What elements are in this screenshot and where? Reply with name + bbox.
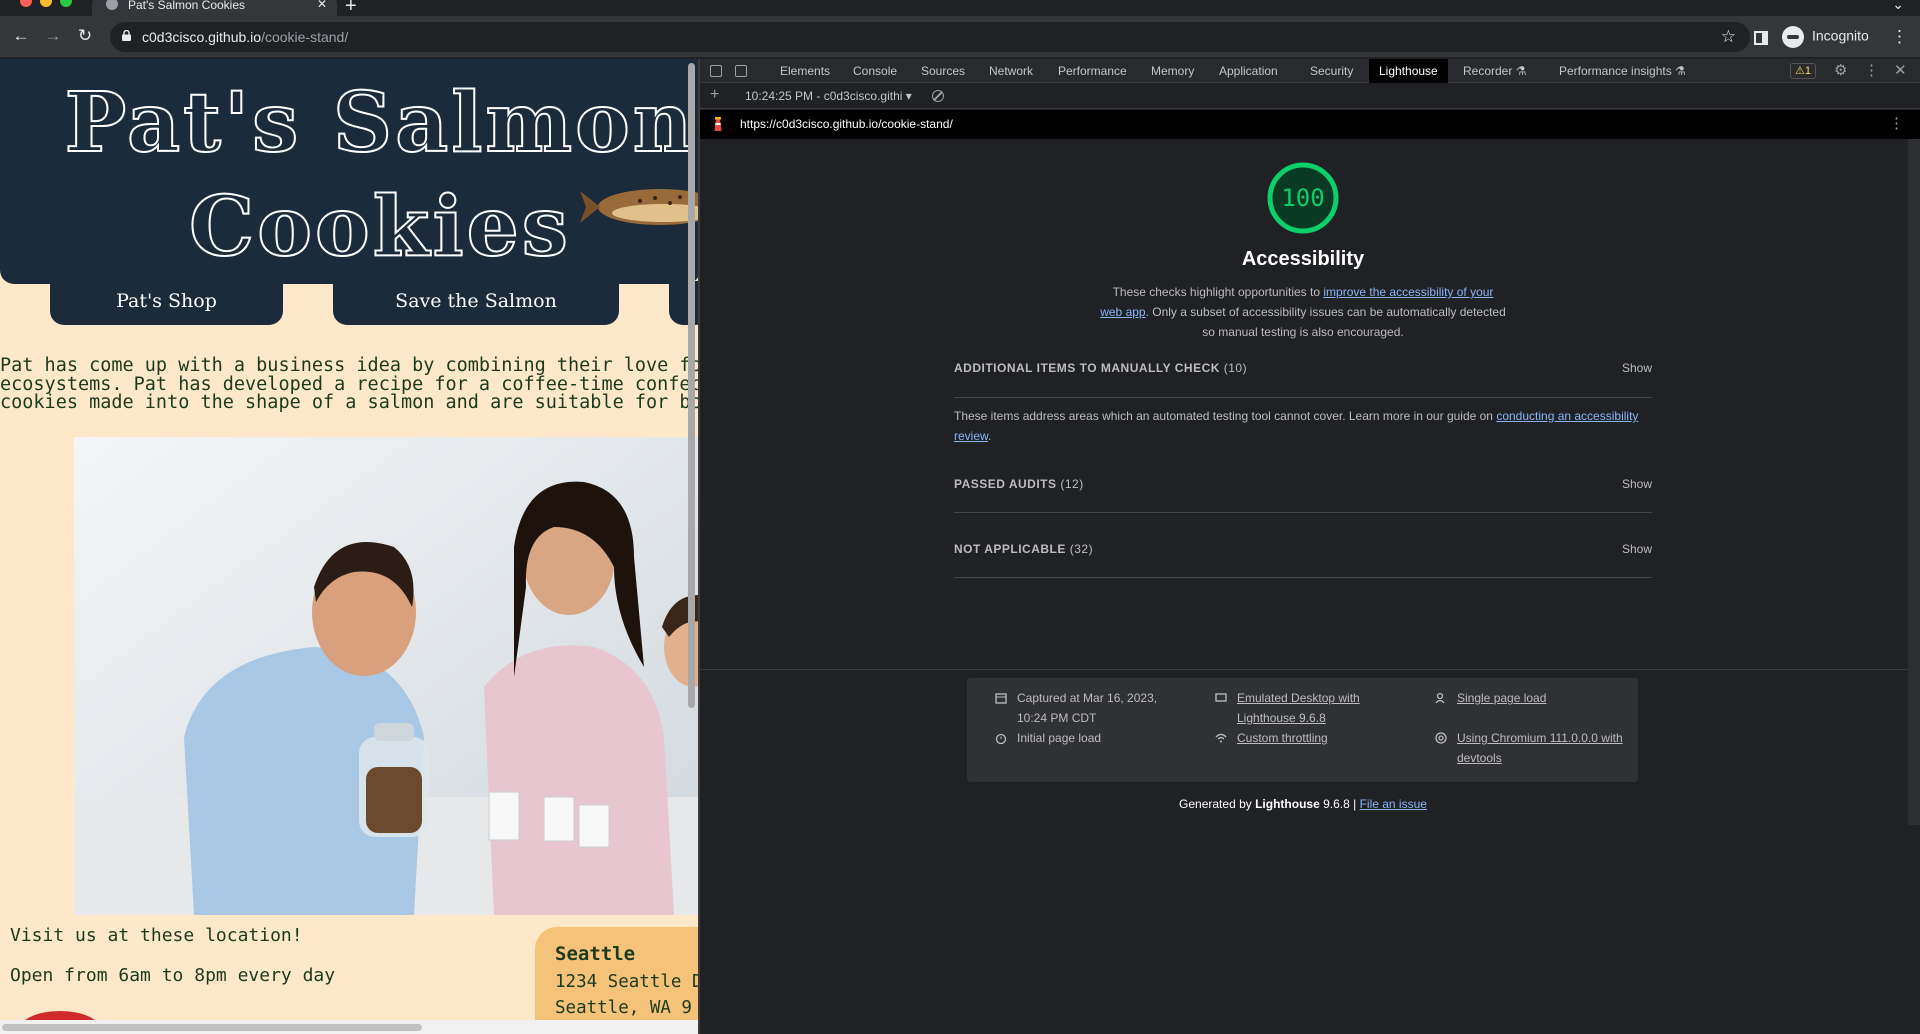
report-select-dropdown[interactable]: 10:24:25 PM - c0d3cisco.githi ▾ bbox=[745, 89, 912, 103]
meta-emulated-desktop[interactable]: Emulated Desktop with Lighthouse 9.6.8 bbox=[1215, 688, 1405, 728]
show-toggle[interactable]: Show bbox=[1622, 361, 1652, 375]
site-header: Pat's Salmon Cookies bbox=[0, 59, 698, 284]
lighthouse-logo-icon bbox=[714, 117, 722, 131]
report-scrollbar[interactable] bbox=[1908, 139, 1920, 825]
devtools-panel: Elements Console Sources Network Perform… bbox=[700, 59, 1920, 1034]
vertical-scrollbar[interactable] bbox=[684, 59, 698, 1020]
browser-toolbar: ← → ↻ c0d3cisco.github.io/cookie-stand/ … bbox=[0, 16, 1920, 58]
incognito-profile[interactable]: Incognito bbox=[1782, 26, 1869, 48]
minimize-window-button[interactable] bbox=[40, 0, 52, 7]
report-url-bar: https://c0d3cisco.github.io/cookie-stand… bbox=[700, 110, 1920, 139]
tab-memory[interactable]: Memory bbox=[1151, 64, 1194, 78]
incognito-icon bbox=[1782, 26, 1804, 48]
store-city: Seattle, WA 9 bbox=[555, 998, 692, 1018]
lighthouse-report: 100 Accessibility These checks highlight… bbox=[700, 139, 1908, 1034]
group-not-applicable[interactable]: NOT APPLICABLE (32) Show bbox=[954, 542, 1652, 578]
divider bbox=[954, 397, 1652, 398]
meta-throttling[interactable]: Custom throttling bbox=[1215, 728, 1405, 748]
tab-console[interactable]: Console bbox=[853, 64, 897, 78]
page-viewport: Pat's Salmon Cookies Pat's Shop Save the… bbox=[0, 59, 698, 1034]
globe-icon bbox=[106, 0, 118, 10]
runtime-settings: Captured at Mar 16, 2023, 10:24 PM CDT I… bbox=[967, 678, 1638, 782]
meta-initial-load: Initial page load bbox=[995, 728, 1185, 748]
tab-strip: Pat's Salmon Cookies ✕ + ⌄ bbox=[0, 0, 1920, 17]
settings-gear-icon[interactable]: ⚙ bbox=[1834, 61, 1847, 79]
calendar-icon bbox=[995, 693, 1007, 704]
lock-icon bbox=[122, 30, 131, 41]
device-toolbar-icon[interactable] bbox=[735, 65, 747, 77]
tab-security[interactable]: Security bbox=[1310, 64, 1353, 78]
show-toggle[interactable]: Show bbox=[1622, 542, 1652, 556]
hours-text: Open from 6am to 8pm every day bbox=[10, 965, 336, 986]
tab-recorder[interactable]: Recorder ⚗ bbox=[1463, 64, 1526, 78]
site-title-line1: Pat's Salmon bbox=[64, 74, 696, 172]
timer-icon bbox=[995, 733, 1007, 744]
reload-button[interactable]: ↻ bbox=[74, 26, 96, 46]
horizontal-scrollbar-thumb[interactable] bbox=[2, 1024, 422, 1031]
tab-application[interactable]: Application bbox=[1219, 64, 1278, 78]
intro-line: cookies made into the shape of a salmon … bbox=[0, 392, 698, 413]
chromium-icon bbox=[1435, 732, 1447, 744]
report-url[interactable]: https://c0d3cisco.github.io/cookie-stand… bbox=[740, 117, 953, 131]
intro-paragraph: Pat has come up with a business idea by … bbox=[0, 355, 698, 413]
visit-heading: Visit us at these location! bbox=[10, 925, 303, 946]
group-passed-audits[interactable]: PASSED AUDITS (12) Show bbox=[954, 477, 1652, 513]
desktop-icon bbox=[1215, 693, 1227, 702]
clear-reports-icon[interactable] bbox=[932, 90, 944, 102]
family-photo bbox=[74, 437, 698, 915]
nav-save-the-salmon[interactable]: Save the Salmon bbox=[333, 281, 619, 325]
store-card-seattle: Seattle 1234 Seattle D Seattle, WA 9 bbox=[535, 927, 698, 1034]
vertical-scrollbar-thumb[interactable] bbox=[688, 63, 695, 708]
inspect-element-icon[interactable] bbox=[710, 65, 722, 77]
category-title: Accessibility bbox=[1241, 248, 1365, 270]
close-window-button[interactable] bbox=[20, 0, 32, 7]
wifi-icon bbox=[1215, 733, 1227, 743]
warning-count-badge[interactable]: ⚠1 bbox=[1790, 63, 1816, 79]
score-value: 100 bbox=[1281, 184, 1325, 212]
url-text: c0d3cisco.github.io/cookie-stand/ bbox=[142, 29, 349, 45]
forward-button[interactable]: → bbox=[42, 26, 64, 46]
group-title: PASSED AUDITS (12) bbox=[954, 477, 1084, 491]
tab-elements[interactable]: Elements bbox=[780, 64, 830, 78]
tab-lighthouse[interactable]: Lighthouse bbox=[1369, 59, 1448, 83]
person-icon bbox=[1435, 692, 1445, 704]
generated-by-footer: Generated by Lighthouse 9.6.8 | File an … bbox=[1179, 797, 1427, 811]
group-title: NOT APPLICABLE (32) bbox=[954, 542, 1094, 556]
tab-search-chevron-icon[interactable]: ⌄ bbox=[1892, 0, 1904, 13]
close-devtools-icon[interactable]: ✕ bbox=[1894, 61, 1907, 79]
devtools-menu-icon[interactable]: ⋮ bbox=[1864, 61, 1879, 79]
category-description: These checks highlight opportunities to … bbox=[1100, 285, 1506, 339]
meta-chromium-version[interactable]: Using Chromium 111.0.0.0 with devtools bbox=[1435, 728, 1625, 768]
tab-sources[interactable]: Sources bbox=[921, 64, 965, 78]
side-panel-icon[interactable] bbox=[1754, 31, 1768, 45]
browser-tab[interactable]: Pat's Salmon Cookies ✕ bbox=[92, 0, 337, 16]
close-tab-icon[interactable]: ✕ bbox=[317, 0, 327, 11]
browser-menu-icon[interactable]: ⋮ bbox=[1891, 27, 1908, 47]
lighthouse-toolbar: + 10:24:25 PM - c0d3cisco.githi ▾ bbox=[700, 83, 1920, 109]
salmon-image bbox=[580, 189, 698, 225]
tab-performance[interactable]: Performance bbox=[1058, 64, 1127, 78]
tab-title: Pat's Salmon Cookies bbox=[128, 0, 246, 12]
bookmark-star-icon[interactable]: ☆ bbox=[1721, 27, 1736, 47]
file-issue-link[interactable]: File an issue bbox=[1360, 797, 1427, 811]
manual-check-description: These items address areas which an autom… bbox=[954, 409, 1639, 443]
nav-pats-shop[interactable]: Pat's Shop bbox=[50, 281, 283, 325]
devtools-tab-bar: Elements Console Sources Network Perform… bbox=[700, 59, 1920, 83]
meta-single-page-load[interactable]: Single page load bbox=[1435, 688, 1625, 708]
group-title: ADDITIONAL ITEMS TO MANUALLY CHECK (10) bbox=[954, 361, 1248, 375]
intro-line: Pat has come up with a business idea by … bbox=[0, 355, 698, 376]
tab-performance-insights[interactable]: Performance insights ⚗ bbox=[1559, 64, 1686, 78]
address-bar[interactable]: c0d3cisco.github.io/cookie-stand/ ☆ bbox=[110, 22, 1750, 52]
back-button[interactable]: ← bbox=[10, 26, 32, 46]
maximize-window-button[interactable] bbox=[60, 0, 72, 7]
tab-network[interactable]: Network bbox=[989, 64, 1033, 78]
new-report-plus-icon[interactable]: + bbox=[710, 86, 719, 104]
horizontal-scrollbar[interactable] bbox=[0, 1020, 698, 1034]
show-toggle[interactable]: Show bbox=[1622, 477, 1652, 491]
meta-captured: Captured at Mar 16, 2023, 10:24 PM CDT bbox=[995, 688, 1185, 728]
store-street: 1234 Seattle D bbox=[555, 972, 698, 992]
report-menu-icon[interactable]: ⋮ bbox=[1889, 114, 1904, 132]
store-name: Seattle bbox=[555, 943, 636, 965]
divider bbox=[700, 669, 1908, 670]
